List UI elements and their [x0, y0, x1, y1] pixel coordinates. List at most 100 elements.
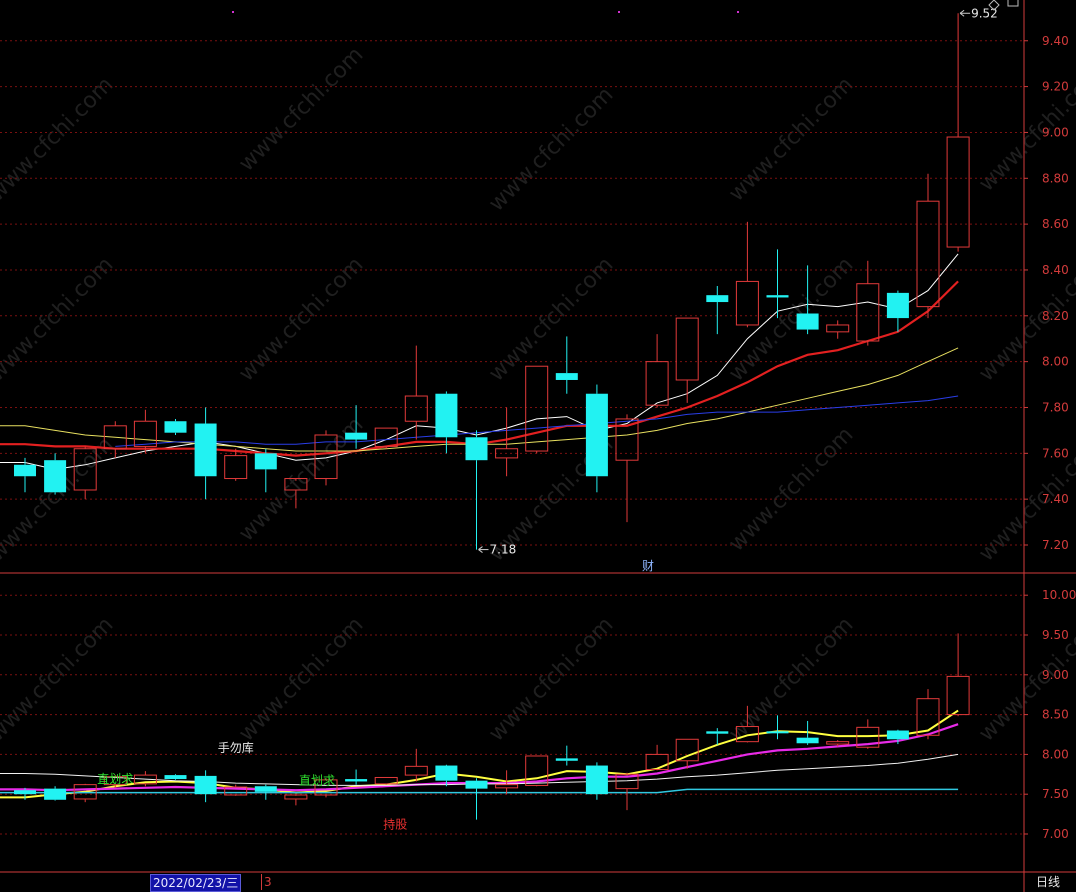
watermark-text: www.cfchi.com	[724, 72, 858, 206]
indicator-line	[0, 723, 959, 792]
candle-body-down	[44, 788, 67, 800]
candle-body-down	[555, 373, 578, 380]
watermark-layer: www.cfchi.com www.cfchi.com www.cfchi.com w…	[0, 42, 1076, 746]
axis-tick-label: 8.00	[1042, 747, 1069, 761]
axis-tick-label: 8.80	[1042, 171, 1069, 185]
indicator-line	[0, 788, 959, 794]
candle-body-down	[14, 464, 36, 477]
candle-body-down	[886, 730, 909, 740]
watermark-text: www.cfchi.com	[0, 72, 118, 206]
cursor-marker: 3	[261, 874, 272, 890]
candle-body-down	[44, 460, 67, 493]
candle-body-down	[465, 780, 488, 789]
axis-tick-label: 7.50	[1042, 787, 1069, 801]
axis-tick-label: 7.40	[1042, 492, 1069, 506]
window-icon	[1007, 0, 1019, 7]
finance-marker[interactable]: 财	[642, 559, 654, 573]
watermark-text: www.cfchi.com	[234, 612, 368, 746]
top-dot-marker	[618, 11, 620, 13]
lower-y-axis: 10.00 9.50 9.00 8.50 8.00 7.50 7.00	[1024, 588, 1076, 841]
candle-body-down	[585, 765, 608, 795]
axis-tick-label: 8.40	[1042, 263, 1069, 277]
candle-body-down	[706, 295, 729, 303]
axis-tick-label: 7.80	[1042, 400, 1069, 414]
signal-label: 持股	[383, 816, 407, 831]
candle-body-down	[766, 731, 789, 734]
top-dot-marker	[737, 11, 739, 13]
candle-body-down	[254, 786, 277, 792]
candle-body-down	[796, 737, 819, 744]
axis-tick-label: 9.20	[1042, 80, 1069, 94]
panel-frames	[0, 0, 1076, 892]
candle-body-down	[345, 779, 368, 782]
candle-body-down	[435, 765, 458, 781]
watermark-text: www.cfchi.com	[0, 252, 118, 386]
axis-tick-label: 9.40	[1042, 34, 1069, 48]
candle-body-up	[224, 455, 248, 480]
date-readout: 2022/02/23/三	[150, 874, 242, 892]
candle-body-up	[404, 765, 428, 776]
candle-body-up	[374, 427, 398, 447]
signal-label: 手勿库	[218, 740, 254, 755]
signal-label: 直划求	[299, 774, 335, 788]
watermark-text: www.cfchi.com	[234, 42, 368, 176]
chart-canvas: www.cfchi.com www.cfchi.com www.cfchi.com w…	[0, 0, 1076, 892]
candle-body-up	[675, 738, 699, 762]
axis-tick-label: 9.00	[1042, 125, 1069, 139]
watermark-text: www.cfchi.com	[484, 82, 618, 216]
candle-body-up	[645, 753, 669, 771]
candle-body-down	[766, 295, 789, 298]
lower-panel-grid	[0, 594, 1024, 835]
candle-body-up	[645, 361, 669, 406]
watermark-text: www.cfchi.com	[234, 252, 368, 386]
candle-body-down	[194, 775, 217, 795]
annotation-price: 7.18	[490, 543, 517, 557]
candle-body-down	[164, 421, 187, 433]
candle-body-down	[14, 790, 36, 795]
candle-body-up	[735, 280, 759, 326]
watermark-text: www.cfchi.com	[484, 252, 618, 386]
candle-body-down	[886, 292, 909, 319]
top-dot-marker	[232, 11, 234, 13]
candle-body-down	[585, 393, 608, 477]
watermark-text: www.cfchi.com	[0, 612, 118, 746]
watermark-text: www.cfchi.com	[234, 412, 368, 546]
top-icons[interactable]	[232, 0, 1019, 13]
candle-body-up	[675, 317, 699, 381]
watermark-text: www.cfchi.com	[724, 422, 858, 556]
axis-tick-label: 9.00	[1042, 668, 1069, 682]
candle-body-down	[254, 453, 277, 470]
candle-body-down	[345, 432, 368, 440]
watermark-text: www.cfchi.com	[724, 252, 858, 386]
candle-body-down	[194, 423, 217, 477]
candle-body-down	[706, 731, 729, 734]
watermark-text: www.cfchi.com	[484, 612, 618, 746]
axis-tick-label: 10.00	[1042, 588, 1076, 602]
axis-tick-label: 8.00	[1042, 355, 1069, 369]
axis-tick-label: 8.60	[1042, 217, 1069, 231]
axis-tick-label: 7.00	[1042, 827, 1069, 841]
main-panel-grid	[0, 40, 1024, 546]
indicator-line	[0, 347, 959, 452]
axis-tick-label: 7.60	[1042, 446, 1069, 460]
candle-body-down	[555, 758, 578, 761]
candle-body-down	[465, 437, 488, 461]
axis-tick-label: 7.20	[1042, 538, 1069, 552]
annotation-price: 9.52	[971, 6, 998, 20]
axis-tick-label: 8.20	[1042, 309, 1069, 323]
candle-body-down	[164, 775, 187, 780]
candle-body-up	[133, 420, 157, 447]
candle-body-down	[796, 313, 819, 330]
candle-body-up	[946, 136, 970, 248]
candle-body-up	[525, 365, 549, 452]
period-selector[interactable]: 日线	[1036, 874, 1060, 890]
axis-tick-label: 9.50	[1042, 628, 1069, 642]
candle-body-up	[826, 741, 850, 745]
candle-body-up	[826, 324, 850, 333]
candle-body-up	[495, 784, 519, 789]
axis-tick-label: 8.50	[1042, 708, 1069, 722]
candle-body-up	[856, 283, 880, 342]
candle-body-up	[946, 675, 970, 716]
candle-body-down	[435, 393, 458, 438]
signal-label: 直划求	[97, 772, 133, 786]
